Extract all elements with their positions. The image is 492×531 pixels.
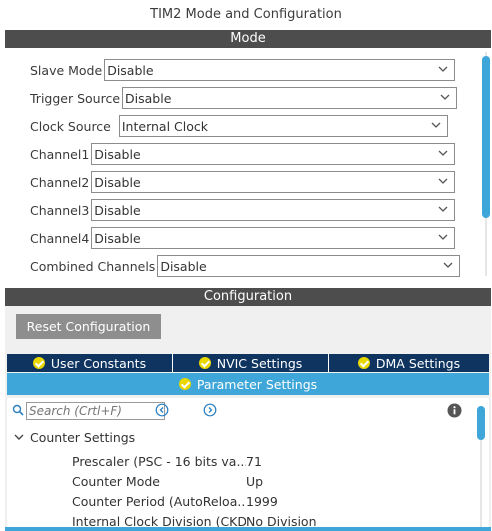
param-row-counter-mode[interactable]: Counter Mode Up (72, 472, 263, 490)
chevron-down-icon (438, 234, 448, 240)
chevron-down-icon (14, 434, 24, 440)
channel4-label: Channel4 (30, 230, 90, 246)
channel3-label: Channel3 (30, 202, 90, 218)
selection-highlight (5, 527, 491, 531)
check-circle-icon (178, 378, 191, 390)
reset-configuration-button[interactable]: Reset Configuration (16, 314, 161, 339)
mode-scrollbar[interactable] (482, 52, 490, 276)
trigger-source-value: Disable (125, 90, 172, 106)
chevron-down-icon (438, 66, 448, 72)
chevron-down-icon (438, 178, 448, 184)
channel1-value: Disable (94, 146, 141, 162)
tab-label: NVIC Settings (216, 355, 303, 371)
clock-source-row: Clock Source Internal Clock (30, 115, 448, 137)
param-value: 71 (246, 453, 262, 469)
clock-source-value: Internal Clock (121, 118, 208, 134)
chevron-down-icon (438, 150, 448, 156)
slave-mode-label: Slave Mode (30, 62, 103, 78)
channel2-select[interactable]: Disable (91, 171, 456, 193)
combined-channels-row: Combined Channels Disable (30, 255, 461, 277)
chevron-down-icon (431, 122, 441, 128)
channel1-row: Channel1 Disable (30, 143, 456, 165)
channel1-label: Channel1 (30, 146, 90, 162)
search-input[interactable] (26, 402, 165, 420)
clock-source-select[interactable]: Internal Clock (118, 115, 448, 137)
tab-label: User Constants (50, 355, 147, 371)
configuration-panel: Reset Configuration User Constants NVIC … (5, 306, 491, 531)
slave-mode-select[interactable]: Disable (104, 59, 456, 81)
channel3-row: Channel3 Disable (30, 199, 456, 221)
slave-mode-row: Slave Mode Disable (30, 59, 456, 81)
info-icon[interactable] (447, 403, 462, 418)
param-value: 1999 (246, 493, 278, 509)
channel3-value: Disable (94, 202, 141, 218)
chevron-down-icon (438, 206, 448, 212)
slave-mode-value: Disable (107, 62, 154, 78)
combined-channels-label: Combined Channels (30, 258, 156, 274)
check-circle-icon (198, 357, 211, 369)
channel4-value: Disable (94, 230, 141, 246)
check-circle-icon (32, 357, 45, 369)
param-name: Prescaler (PSC - 16 bits va... (72, 453, 246, 469)
clock-source-label: Clock Source (30, 118, 111, 134)
param-value: Up (246, 473, 264, 489)
counter-settings-group[interactable]: Counter Settings (13, 428, 135, 446)
trigger-source-select[interactable]: Disable (122, 87, 458, 109)
next-result-icon[interactable] (203, 403, 217, 417)
channel2-row: Channel2 Disable (30, 171, 456, 193)
combined-channels-value: Disable (160, 258, 207, 274)
chevron-down-icon (443, 262, 453, 268)
channel2-value: Disable (94, 174, 141, 190)
trigger-source-label: Trigger Source (30, 90, 121, 106)
tab-nvic-settings[interactable]: NVIC Settings (173, 354, 329, 372)
tab-parameter-settings[interactable]: Parameter Settings (7, 373, 489, 395)
mode-panel: Slave Mode Disable Trigger Source Disabl… (5, 48, 491, 280)
chevron-down-icon (440, 94, 450, 100)
channel1-select[interactable]: Disable (91, 143, 456, 165)
search-icon (12, 404, 24, 416)
channel4-row: Channel4 Disable (30, 227, 456, 249)
scrollbar-thumb[interactable] (477, 406, 485, 440)
tab-label: Parameter Settings (196, 376, 318, 392)
parameter-scrollbar[interactable] (477, 406, 485, 531)
channel3-select[interactable]: Disable (91, 199, 456, 221)
param-name: Counter Period (AutoReloa... (72, 493, 246, 509)
tab-dma-settings[interactable]: DMA Settings (329, 354, 489, 372)
window-title: TIM2 Mode and Configuration (0, 0, 492, 29)
param-row-counter-period[interactable]: Counter Period (AutoReloa... 1999 (72, 492, 278, 510)
tab-label: DMA Settings (375, 355, 461, 371)
group-label: Counter Settings (30, 429, 136, 445)
trigger-source-row: Trigger Source Disable (30, 87, 458, 109)
channel2-label: Channel2 (30, 174, 90, 190)
scrollbar-thumb[interactable] (482, 56, 490, 218)
combined-channels-select[interactable]: Disable (157, 255, 461, 277)
config-tabs: User Constants NVIC Settings DMA Setting… (7, 354, 489, 372)
tab-user-constants[interactable]: User Constants (7, 354, 173, 372)
configuration-header[interactable]: Configuration (5, 288, 491, 306)
param-row-prescaler[interactable]: Prescaler (PSC - 16 bits va... 71 (72, 452, 262, 470)
param-name: Counter Mode (72, 473, 160, 489)
mode-header[interactable]: Mode (5, 30, 491, 48)
parameter-panel: Counter Settings Prescaler (PSC - 16 bit… (7, 398, 489, 531)
channel4-select[interactable]: Disable (91, 227, 456, 249)
check-circle-icon (357, 357, 370, 369)
previous-result-icon[interactable] (155, 403, 169, 417)
